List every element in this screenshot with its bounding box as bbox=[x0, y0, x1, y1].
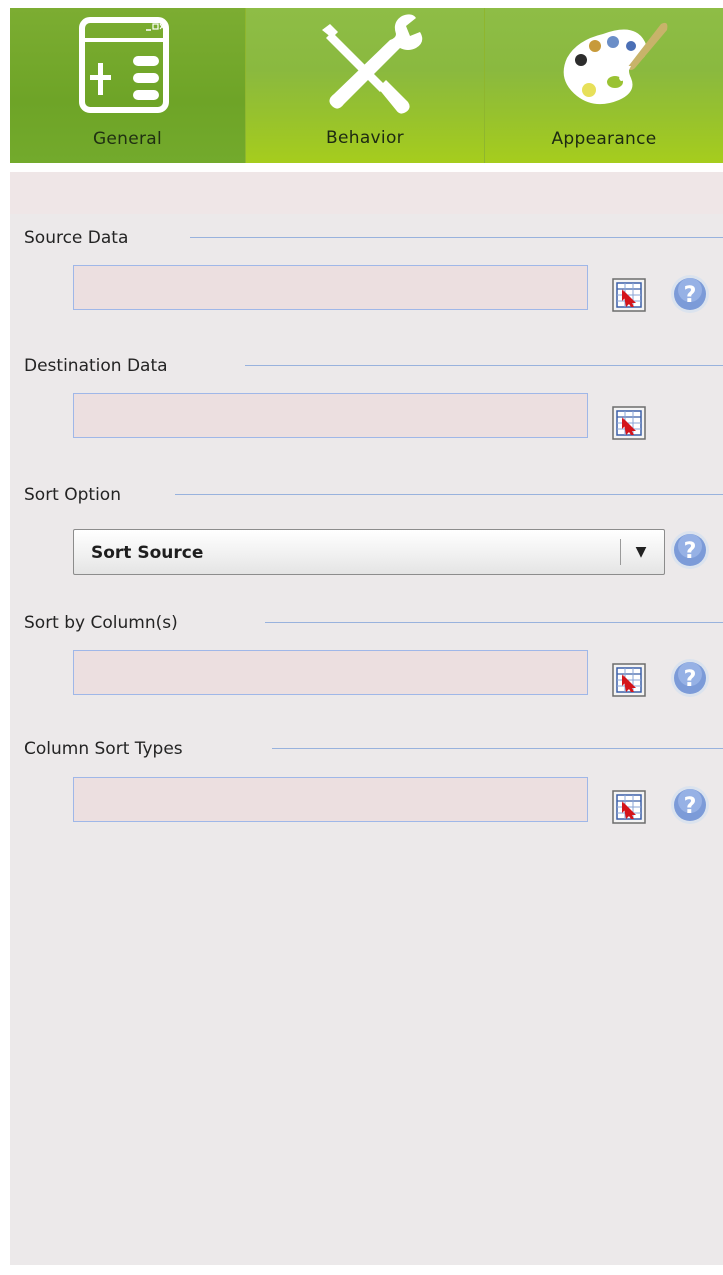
source-data-help-icon[interactable]: ? bbox=[669, 273, 711, 315]
sort-by-columns-help-icon[interactable]: ? bbox=[669, 657, 711, 699]
column-sort-types-range-picker-button[interactable] bbox=[612, 790, 646, 824]
sort-option-help-icon[interactable]: ? bbox=[669, 529, 711, 571]
section-divider bbox=[175, 494, 723, 495]
window-layout-icon bbox=[10, 8, 245, 118]
section-divider bbox=[272, 748, 723, 749]
column-sort-types-label: Column Sort Types bbox=[24, 739, 197, 759]
column-sort-types-help-icon[interactable]: ? bbox=[669, 784, 711, 826]
section-divider bbox=[265, 622, 723, 623]
sort-by-columns-input[interactable] bbox=[73, 650, 588, 695]
tab-general[interactable]: General bbox=[10, 8, 246, 163]
tab-label: Appearance bbox=[551, 129, 657, 149]
sort-by-columns-range-picker-button[interactable] bbox=[612, 663, 646, 697]
destination-data-range-picker-button[interactable] bbox=[612, 406, 646, 440]
chevron-down-icon[interactable]: ▼ bbox=[631, 541, 651, 563]
svg-text:?: ? bbox=[684, 539, 697, 564]
tab-behavior[interactable]: Behavior bbox=[246, 8, 485, 163]
source-data-range-picker-button[interactable] bbox=[612, 278, 646, 312]
tab-appearance[interactable]: Appearance bbox=[485, 8, 723, 163]
source-data-label: Source Data bbox=[24, 228, 143, 248]
properties-window: General Behavior Appearance Source Data … bbox=[10, 8, 723, 1265]
tab-label: General bbox=[92, 129, 163, 149]
destination-data-label: Destination Data bbox=[24, 356, 182, 376]
svg-text:?: ? bbox=[684, 794, 697, 819]
tools-icon bbox=[246, 8, 484, 118]
destination-data-input[interactable] bbox=[73, 393, 588, 438]
column-sort-types-input[interactable] bbox=[73, 777, 588, 822]
svg-text:?: ? bbox=[684, 283, 697, 308]
tab-bar: General Behavior Appearance bbox=[10, 8, 723, 163]
section-divider bbox=[245, 365, 723, 366]
select-divider bbox=[620, 539, 621, 565]
palette-icon bbox=[485, 8, 723, 118]
general-panel: Source Data ? Destination Data Sort Opti… bbox=[10, 172, 723, 1265]
source-data-input[interactable] bbox=[73, 265, 588, 310]
tab-label: Behavior bbox=[326, 128, 404, 148]
sort-by-columns-label: Sort by Column(s) bbox=[24, 613, 192, 633]
svg-text:?: ? bbox=[684, 667, 697, 692]
section-divider bbox=[190, 237, 723, 238]
panel-header-band bbox=[10, 172, 723, 214]
sort-option-selected-value: Sort Source bbox=[91, 543, 204, 563]
sort-option-select[interactable]: Sort Source ▼ bbox=[73, 529, 665, 575]
sort-option-label: Sort Option bbox=[24, 485, 135, 505]
